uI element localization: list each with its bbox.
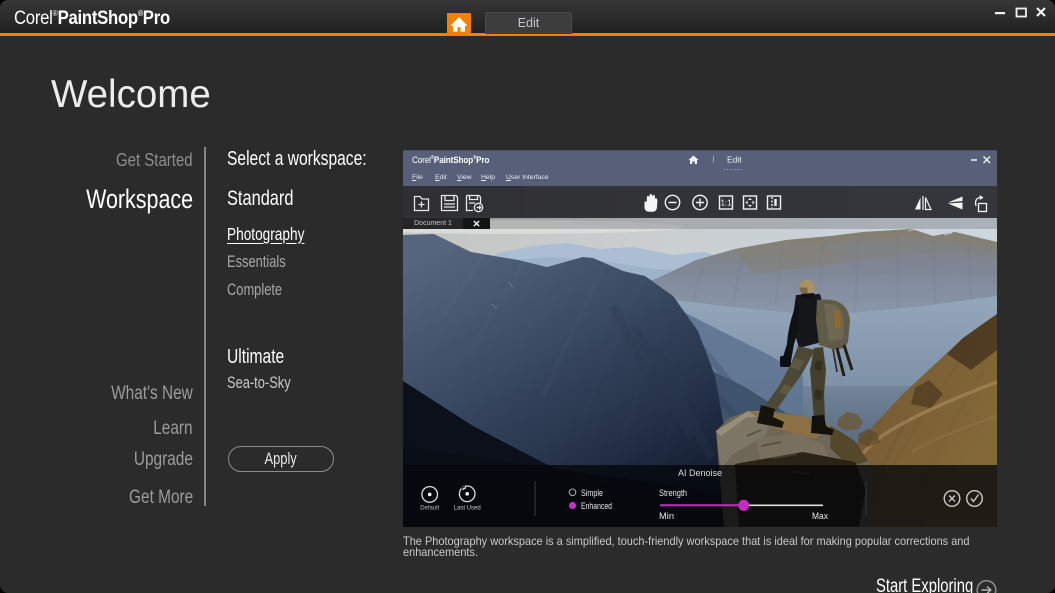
svg-text:Strength: Strength xyxy=(659,488,687,498)
svg-text:Default: Default xyxy=(420,506,439,512)
svg-text:Last Used: Last Used xyxy=(454,506,481,512)
svg-text:Enhanced: Enhanced xyxy=(581,501,612,511)
svg-text:Edit: Edit xyxy=(727,155,742,165)
svg-text:Simple: Simple xyxy=(581,488,603,498)
svg-text:Max: Max xyxy=(812,511,828,521)
svg-text:1:1: 1:1 xyxy=(720,199,732,208)
svg-text:Min: Min xyxy=(659,511,674,521)
